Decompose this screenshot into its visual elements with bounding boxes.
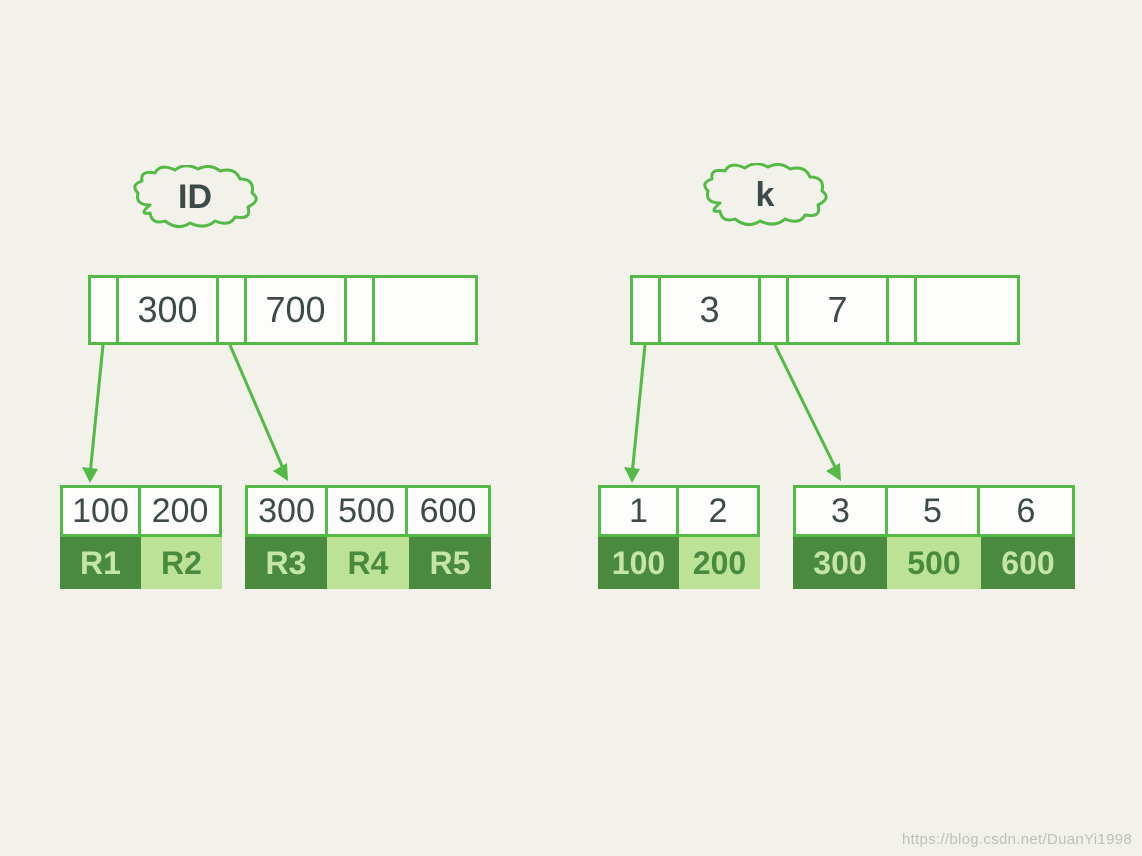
root-key: 300: [119, 278, 219, 342]
ptr-cell: [889, 278, 917, 342]
left-root-node: 300 700: [88, 275, 478, 345]
cloud-label-left: ID: [130, 165, 260, 230]
arrow-left-2: [215, 345, 315, 495]
right-root-node: 3 7: [630, 275, 1020, 345]
root-key: 700: [247, 278, 347, 342]
root-key-empty: [375, 278, 475, 342]
leaf-key: 200: [141, 488, 219, 534]
leaf-rec: 100: [598, 537, 679, 589]
leaf-key: 3: [796, 488, 888, 534]
leaf-rec: R5: [409, 537, 491, 589]
root-key: 7: [789, 278, 889, 342]
leaf-rec: R4: [327, 537, 409, 589]
left-leaf-2: 300 500 600 R3 R4 R5: [245, 485, 491, 589]
leaf-rec: R1: [60, 537, 141, 589]
label-id: ID: [178, 178, 212, 217]
leaf-key: 600: [408, 488, 488, 534]
leaf-rec: R2: [141, 537, 222, 589]
ptr-cell: [633, 278, 661, 342]
arrow-right-1: [610, 345, 670, 495]
leaf-rec: 500: [887, 537, 981, 589]
leaf-key: 6: [980, 488, 1072, 534]
leaf-key: 500: [328, 488, 408, 534]
arrow-right-2: [760, 345, 870, 495]
left-leaf-1: 100 200 R1 R2: [60, 485, 222, 589]
leaf-key: 100: [63, 488, 141, 534]
leaf-rec: R3: [245, 537, 327, 589]
ptr-cell: [219, 278, 247, 342]
ptr-cell: [761, 278, 789, 342]
leaf-key: 5: [888, 488, 980, 534]
watermark: https://blog.csdn.net/DuanYi1998: [902, 831, 1132, 848]
arrow-left-1: [68, 345, 128, 495]
cloud-label-right: k: [700, 163, 830, 228]
leaf-key: 1: [601, 488, 679, 534]
ptr-cell: [91, 278, 119, 342]
right-leaf-2: 3 5 6 300 500 600: [793, 485, 1075, 589]
ptr-cell: [347, 278, 375, 342]
leaf-rec: 600: [981, 537, 1075, 589]
right-leaf-1: 1 2 100 200: [598, 485, 760, 589]
leaf-key: 300: [248, 488, 328, 534]
label-k: k: [756, 176, 775, 215]
leaf-rec: 200: [679, 537, 760, 589]
leaf-key: 2: [679, 488, 757, 534]
leaf-rec: 300: [793, 537, 887, 589]
root-key-empty: [917, 278, 1017, 342]
root-key: 3: [661, 278, 761, 342]
